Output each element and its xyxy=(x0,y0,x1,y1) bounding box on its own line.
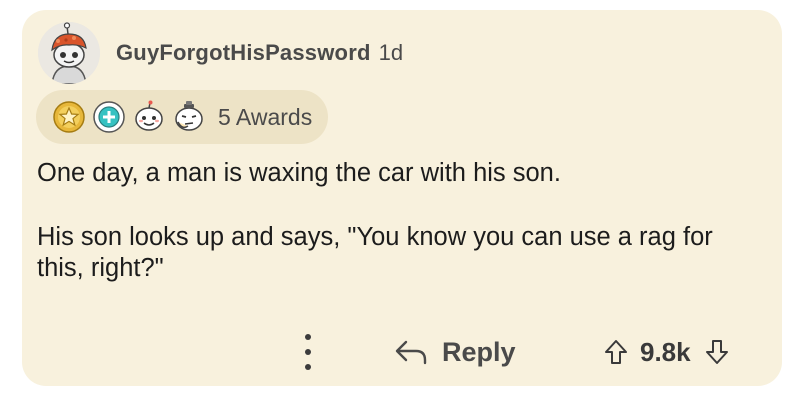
timestamp: 1d xyxy=(378,40,404,65)
thinking-face-award-icon xyxy=(172,100,206,134)
reply-label: Reply xyxy=(442,336,516,367)
awards-pill[interactable]: 5 Awards xyxy=(36,90,329,144)
vote-score: 9.8k xyxy=(640,336,691,367)
snoo-avatar-icon xyxy=(38,22,100,84)
wholesome-award-icon xyxy=(132,100,166,134)
username-link[interactable]: GuyForgotHisPassword xyxy=(116,40,371,66)
comment-header: GuyForgotHisPassword 1d xyxy=(38,18,403,88)
gold-award-icon xyxy=(52,100,86,134)
comment-paragraph-1: One day, a man is waxing the car with hi… xyxy=(37,159,561,187)
upvote-arrow-icon[interactable] xyxy=(604,339,628,365)
avatar[interactable] xyxy=(38,22,100,84)
downvote-arrow-icon[interactable] xyxy=(705,339,729,365)
vote-controls: 9.8k xyxy=(604,328,729,376)
vertical-ellipsis-icon[interactable] xyxy=(300,334,316,370)
comment-actions: Reply 9.8k xyxy=(22,328,782,378)
helpful-award-icon xyxy=(92,100,126,134)
reply-arrow-icon xyxy=(395,340,427,365)
comment-card: GuyForgotHisPassword 1d 5 Awards One day… xyxy=(22,10,782,386)
reply-button[interactable]: Reply xyxy=(394,328,516,376)
comment-body: One day, a man is waxing the car with hi… xyxy=(37,158,757,284)
awards-count-label: 5 Awards xyxy=(218,103,313,130)
comment-paragraph-2: His son looks up and says, "You know you… xyxy=(37,223,713,282)
